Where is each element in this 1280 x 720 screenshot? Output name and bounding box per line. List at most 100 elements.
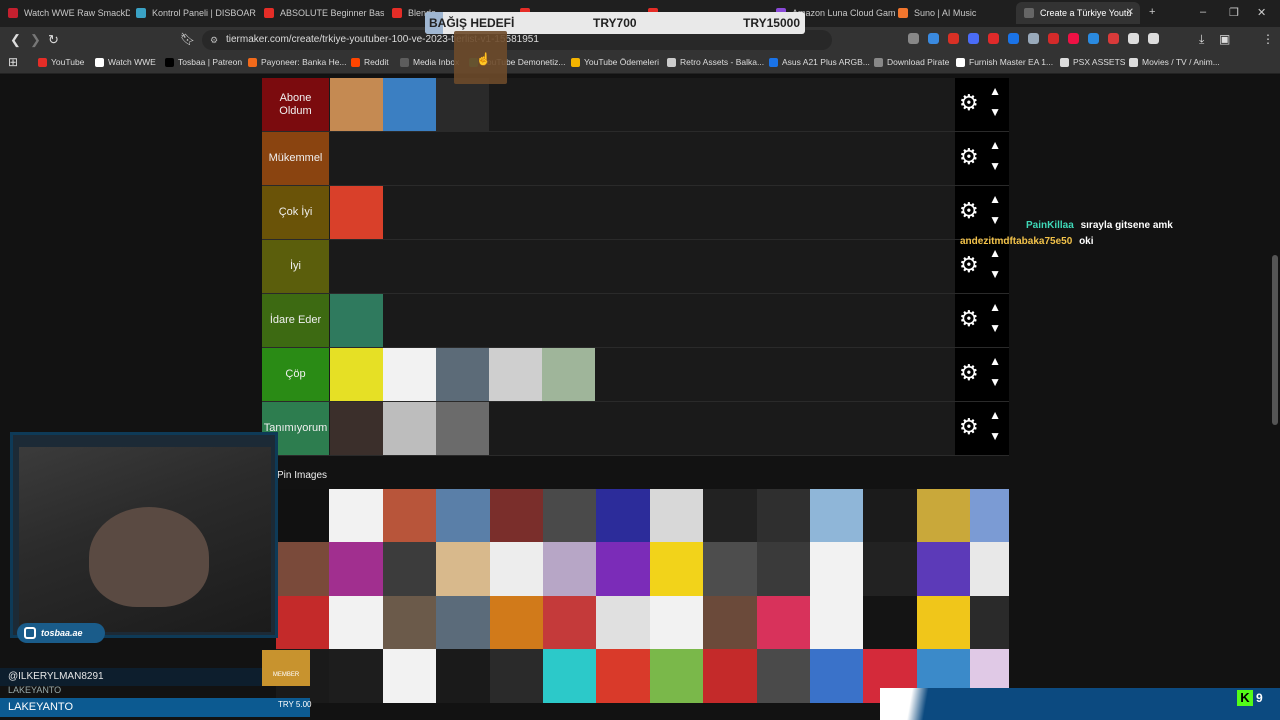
tier-thumbnail[interactable]	[330, 294, 383, 347]
pin-thumbnail[interactable]	[649, 489, 704, 543]
pin-thumbnail[interactable]	[276, 595, 330, 650]
extension-icon[interactable]	[1048, 33, 1059, 44]
pin-thumbnail[interactable]	[970, 595, 1009, 650]
tier-label[interactable]: Çok İyi	[262, 186, 329, 239]
tier-label[interactable]: İyi	[262, 240, 329, 293]
pin-thumbnail[interactable]	[809, 649, 864, 703]
pin-thumbnail[interactable]	[703, 595, 757, 650]
bookmark-icon[interactable]: 🔖︎	[180, 32, 195, 46]
extension-icon[interactable]	[908, 33, 919, 44]
bookmark-item[interactable]: Retro Assets - Balka...	[667, 57, 764, 67]
tier-items[interactable]	[330, 348, 595, 401]
tab-close-icon[interactable]: ✕	[1126, 7, 1134, 18]
pin-thumbnail[interactable]	[382, 595, 437, 650]
tier-thumbnail[interactable]	[383, 402, 436, 455]
tier-label[interactable]: Mükemmel	[262, 132, 329, 185]
settings-gear-icon[interactable]: ⚙	[959, 254, 979, 276]
pin-thumbnail[interactable]	[329, 489, 383, 543]
move-up-icon[interactable]: ▲	[989, 192, 1001, 206]
tab[interactable]: Kontrol Paneli | DISBOARD	[128, 2, 256, 24]
pin-thumbnail[interactable]	[489, 649, 543, 703]
move-up-icon[interactable]: ▲	[989, 138, 1001, 152]
pin-thumbnail[interactable]	[329, 595, 383, 650]
pin-thumbnail[interactable]	[916, 542, 971, 596]
tab[interactable]: ABSOLUTE Beginner Basic	[256, 2, 384, 24]
pin-thumbnail[interactable]	[436, 542, 490, 596]
pin-thumbnail[interactable]	[649, 542, 704, 596]
pin-thumbnail[interactable]	[756, 649, 810, 703]
tier-thumbnail[interactable]	[330, 186, 383, 239]
bookmark-item[interactable]: Download Pirate	[874, 57, 949, 67]
move-up-icon[interactable]: ▲	[989, 300, 1001, 314]
pin-thumbnail[interactable]	[863, 595, 917, 650]
move-up-icon[interactable]: ▲	[989, 84, 1001, 98]
page-scrollbar[interactable]	[1272, 255, 1278, 425]
settings-gear-icon[interactable]: ⚙	[959, 362, 979, 384]
settings-gear-icon[interactable]: ⚙	[959, 308, 979, 330]
bookmark-item[interactable]: PSX ASSETS	[1060, 57, 1125, 67]
menu-icon[interactable]: ⋮	[1262, 32, 1274, 46]
pin-thumbnail[interactable]	[916, 595, 971, 650]
settings-gear-icon[interactable]: ⚙	[959, 416, 979, 438]
bookmark-item[interactable]: Watch WWE	[95, 57, 156, 67]
bookmark-item[interactable]: YouTube	[38, 57, 84, 67]
move-down-icon[interactable]: ▼	[989, 429, 1001, 443]
tier-thumbnail[interactable]	[489, 348, 542, 401]
pin-thumbnail[interactable]	[596, 542, 650, 596]
extension-icon[interactable]	[1128, 33, 1139, 44]
settings-gear-icon[interactable]: ⚙	[959, 92, 979, 114]
extension-icon[interactable]	[1028, 33, 1039, 44]
bookmark-item[interactable]: Reddit	[351, 57, 389, 67]
tier-thumbnail[interactable]	[542, 348, 595, 401]
extension-icon[interactable]	[948, 33, 959, 44]
move-down-icon[interactable]: ▼	[989, 159, 1001, 173]
tier-items[interactable]	[330, 294, 383, 347]
forward-icon[interactable]: ❯	[30, 32, 41, 48]
tier-thumbnail[interactable]	[383, 78, 436, 131]
extension-icon[interactable]	[1148, 33, 1159, 44]
tab[interactable]: Suno | AI Music	[890, 2, 1018, 24]
move-down-icon[interactable]: ▼	[989, 105, 1001, 119]
tier-thumbnail[interactable]	[330, 402, 383, 455]
pin-thumbnail[interactable]	[382, 649, 437, 703]
pin-thumbnail[interactable]	[596, 649, 650, 703]
pin-thumbnail[interactable]	[436, 595, 490, 650]
pin-thumbnail[interactable]	[382, 542, 437, 596]
new-tab-button[interactable]: +	[1149, 6, 1155, 18]
tier-label[interactable]: Abone Oldum	[262, 78, 329, 131]
tier-label[interactable]: İdare Eder	[262, 294, 329, 347]
pin-thumbnail[interactable]	[863, 489, 917, 543]
tier-thumbnail[interactable]	[436, 78, 489, 131]
maximize-button[interactable]: ❐	[1229, 6, 1239, 19]
move-down-icon[interactable]: ▼	[989, 321, 1001, 335]
settings-gear-icon[interactable]: ⚙	[959, 146, 979, 168]
pin-thumbnail[interactable]	[542, 649, 597, 703]
tier-items[interactable]	[330, 402, 489, 455]
pin-thumbnail[interactable]	[756, 595, 810, 650]
bookmark-item[interactable]: Furnish Master EA 1...	[956, 57, 1053, 67]
pin-thumbnail[interactable]	[489, 542, 543, 596]
tier-thumbnail[interactable]	[383, 348, 436, 401]
pin-thumbnail[interactable]	[596, 489, 650, 543]
pin-thumbnail[interactable]	[916, 489, 971, 543]
bookmark-item[interactable]: Movies / TV / Anim...	[1129, 57, 1220, 67]
tier-label[interactable]: Çöp	[262, 348, 329, 401]
pin-thumbnail[interactable]	[489, 595, 543, 650]
bookmark-item[interactable]: Media Inbox	[400, 57, 459, 67]
sidebar-icon[interactable]: ▣	[1219, 32, 1230, 46]
pin-thumbnail[interactable]	[329, 649, 383, 703]
tab[interactable]: Create a Türkiye Youtu ✕	[1016, 2, 1140, 24]
tab[interactable]: Watch WWE Raw SmackD	[0, 2, 130, 24]
pin-thumbnail[interactable]	[756, 489, 810, 543]
bookmark-item[interactable]: YouTube Ödemeleri	[571, 57, 659, 67]
download-icon[interactable]: ⤓	[1199, 32, 1204, 47]
close-window-button[interactable]: ✕	[1257, 6, 1266, 19]
extension-icon[interactable]	[1008, 33, 1019, 44]
pin-thumbnail[interactable]	[809, 595, 864, 650]
pin-thumbnail[interactable]	[542, 542, 597, 596]
tier-thumbnail[interactable]	[330, 348, 383, 401]
extension-icon[interactable]	[1068, 33, 1079, 44]
bookmark-item[interactable]: Payoneer: Banka He...	[248, 57, 347, 67]
pin-thumbnail[interactable]	[970, 489, 1009, 543]
settings-gear-icon[interactable]: ⚙	[959, 200, 979, 222]
